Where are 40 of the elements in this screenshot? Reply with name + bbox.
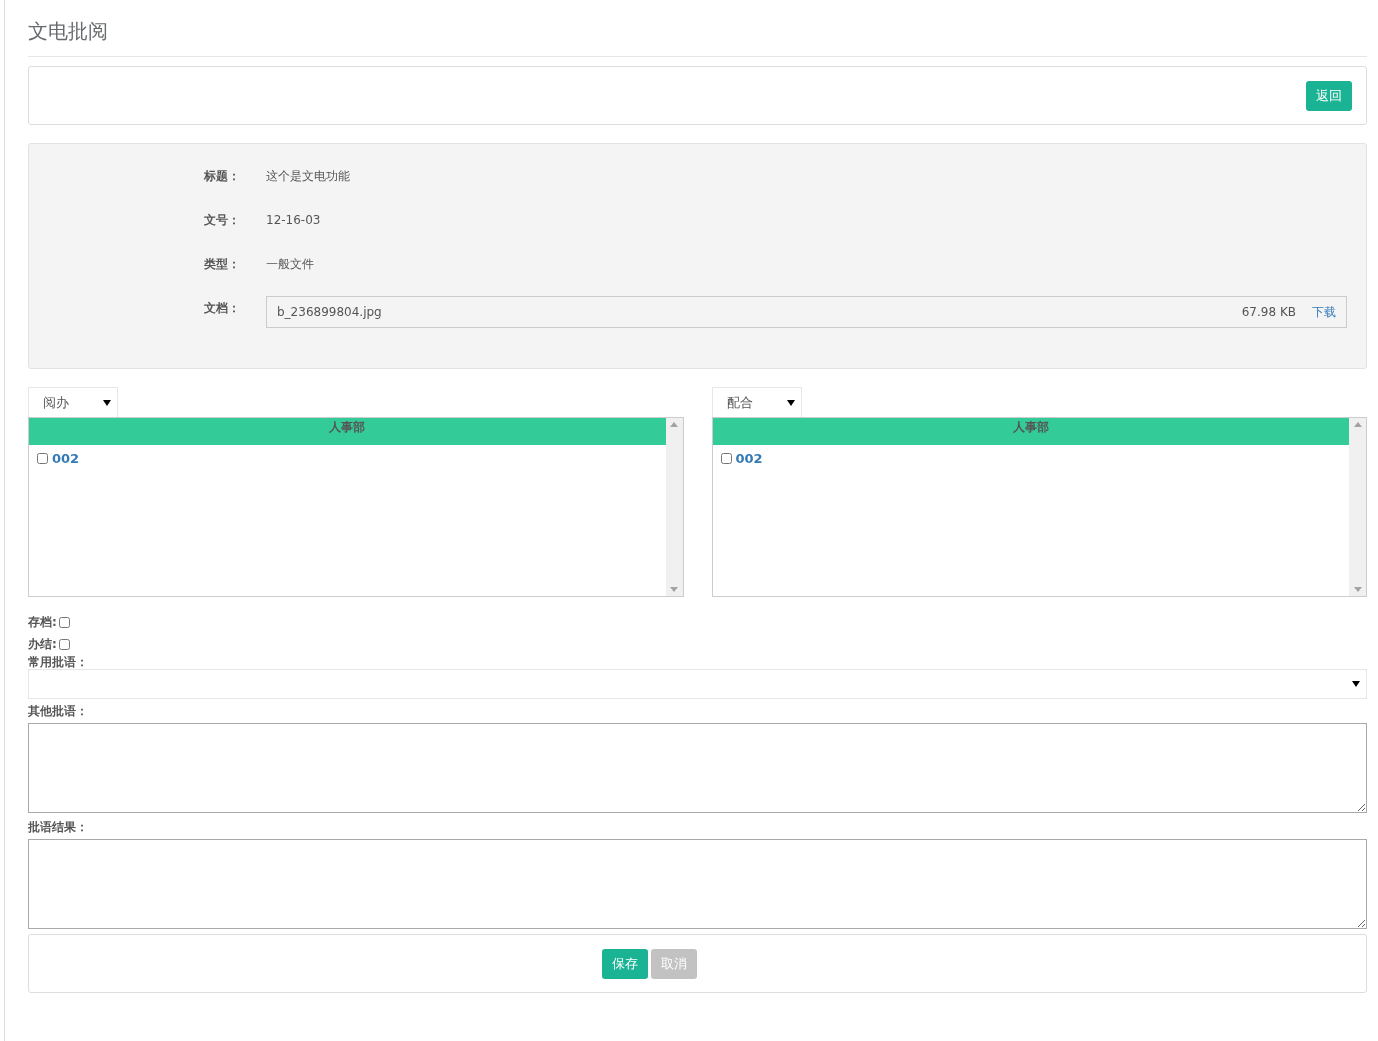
member-link[interactable]: 002 bbox=[52, 451, 80, 466]
caret-icon bbox=[103, 399, 111, 406]
page-title: 文电批阅 bbox=[28, 19, 108, 43]
field-label: 文号： bbox=[204, 212, 241, 229]
scroll-up-icon[interactable] bbox=[1353, 422, 1362, 427]
option-checkbox[interactable] bbox=[58, 616, 70, 628]
scroll-down-icon[interactable] bbox=[670, 587, 678, 592]
back-button[interactable]: 返回 bbox=[1306, 80, 1352, 111]
member-checkbox[interactable] bbox=[720, 453, 732, 464]
file-size: 67.98 KB bbox=[1241, 305, 1296, 319]
option-label: 存档: bbox=[28, 613, 57, 631]
comment-select[interactable] bbox=[28, 669, 1367, 699]
field-label: 标题： bbox=[204, 168, 241, 185]
field-label: 其他批语： bbox=[28, 704, 88, 718]
member-checkbox[interactable] bbox=[37, 453, 48, 464]
option-checkbox[interactable] bbox=[58, 638, 70, 650]
group-header: 人事部 bbox=[29, 418, 666, 445]
scrollbar[interactable] bbox=[665, 418, 683, 596]
scrollbar[interactable] bbox=[1349, 418, 1366, 596]
field-label: 常用批语： bbox=[28, 655, 88, 669]
field-value: 这个是文电功能 bbox=[266, 168, 350, 185]
caret-icon bbox=[1352, 681, 1360, 687]
comment-field[interactable] bbox=[28, 723, 1367, 813]
field-label: 批语结果： bbox=[28, 820, 88, 834]
file-name: b_236899804.jpg bbox=[277, 305, 383, 319]
field-label: 文档： bbox=[204, 300, 241, 317]
scroll-up-icon[interactable] bbox=[670, 422, 678, 427]
type-select[interactable]: 阅办 bbox=[28, 387, 118, 417]
field-value: 一般文件 bbox=[266, 256, 314, 273]
member-link[interactable]: 002 bbox=[735, 451, 763, 466]
group-header: 人事部 bbox=[712, 418, 1349, 445]
caret-icon bbox=[786, 399, 795, 406]
result-field[interactable] bbox=[28, 839, 1367, 929]
download-link[interactable]: 下载 bbox=[1312, 303, 1336, 321]
type-select[interactable]: 配合 bbox=[711, 387, 802, 417]
save-button[interactable]: 保存 bbox=[602, 948, 648, 979]
field-value: 12-16-03 bbox=[266, 212, 321, 229]
scroll-down-icon[interactable] bbox=[1353, 587, 1362, 592]
field-label: 类型： bbox=[204, 256, 241, 273]
option-label: 办结: bbox=[28, 635, 57, 653]
